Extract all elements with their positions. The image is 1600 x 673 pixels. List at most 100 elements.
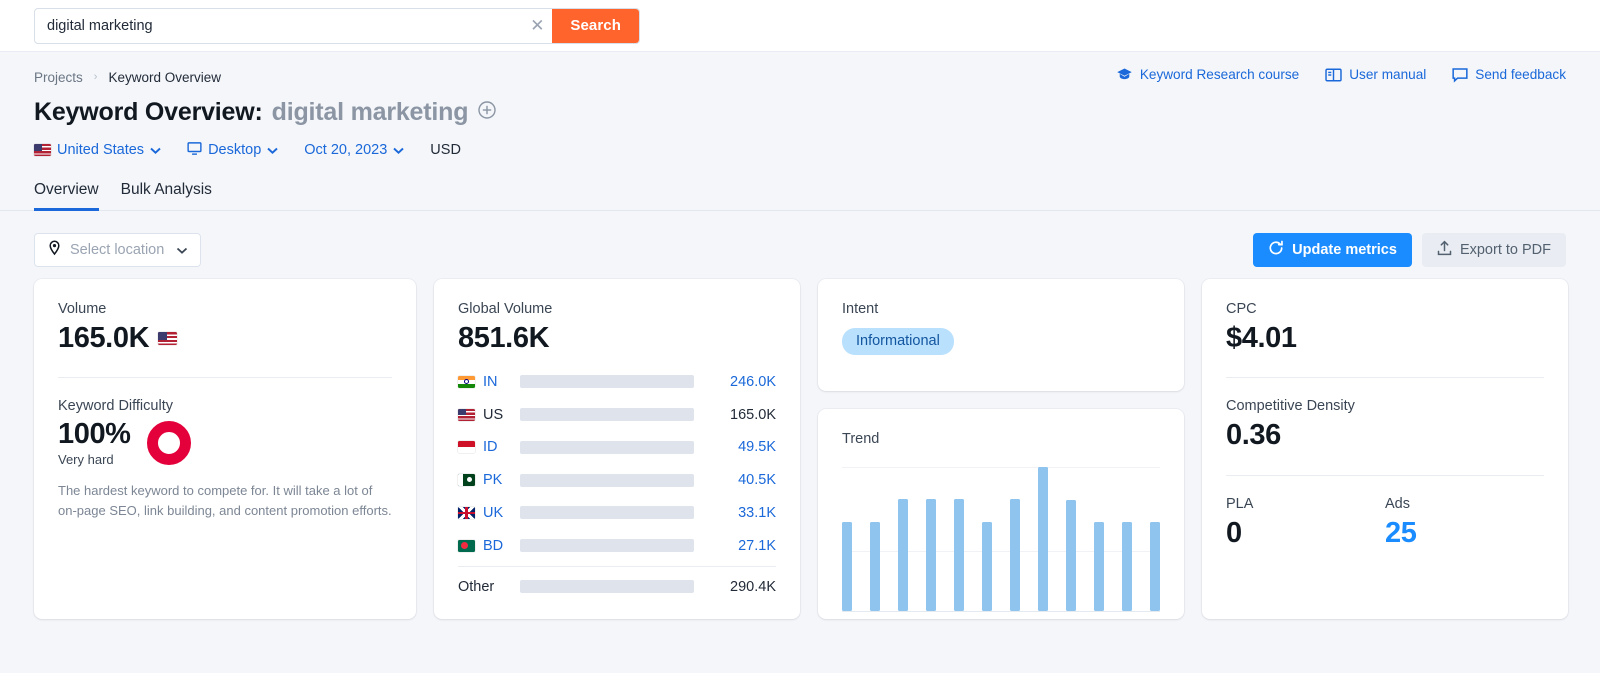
country-code: UK xyxy=(483,504,504,521)
divider xyxy=(1226,377,1544,379)
desktop-icon xyxy=(187,141,202,160)
intent-badge[interactable]: Informational xyxy=(842,328,954,355)
breadcrumb-projects-link[interactable]: Projects xyxy=(34,70,83,85)
chevron-down-icon xyxy=(176,242,188,258)
country-code: US xyxy=(483,406,504,423)
search-button[interactable]: Search xyxy=(552,8,639,43)
send-feedback-label: Send feedback xyxy=(1475,67,1566,82)
volume-card: Volume 165.0K Keyword Difficulty 100% Ve… xyxy=(34,279,416,619)
ads-stat: Ads 25 xyxy=(1385,496,1544,550)
ads-value[interactable]: 25 xyxy=(1385,517,1544,550)
chart-bar[interactable] xyxy=(842,521,852,611)
page-title-keyword: digital marketing xyxy=(271,98,469,126)
tab-overview[interactable]: Overview xyxy=(34,181,99,211)
toolbar-actions: Update metrics Export to PDF xyxy=(1253,233,1566,267)
volume-value-cell: 246.0K xyxy=(730,373,776,390)
user-manual-link[interactable]: User manual xyxy=(1325,67,1426,83)
metrics-grid: Volume 165.0K Keyword Difficulty 100% Ve… xyxy=(0,273,1600,619)
plus-circle-icon[interactable] xyxy=(477,100,497,125)
volume-bar-track xyxy=(520,580,694,594)
chart-baseline xyxy=(842,611,1160,612)
global-volume-value: 851.6K xyxy=(458,322,550,354)
volume-value-cell: 165.0K xyxy=(730,406,776,423)
chart-bar[interactable] xyxy=(1038,467,1048,611)
update-metrics-label: Update metrics xyxy=(1292,242,1397,258)
table-row[interactable]: UK 33.1K xyxy=(458,497,776,530)
flag-in-icon xyxy=(458,375,475,388)
volume-bar-track xyxy=(520,408,694,422)
country-code: BD xyxy=(483,537,504,554)
keyword-difficulty-label: Keyword Difficulty xyxy=(58,398,173,415)
country-label: United States xyxy=(57,142,145,158)
select-location-label: Select location xyxy=(70,242,165,258)
keyword-difficulty-donut xyxy=(146,420,191,465)
volume-bar-track xyxy=(520,506,694,520)
table-row[interactable]: US 165.0K xyxy=(458,398,776,431)
global-volume-rows: IN 246.0K US 165.0K ID 49.5K PK 40.5K UK… xyxy=(458,365,776,603)
country-selector[interactable]: United States xyxy=(34,142,161,158)
other-cell: Other xyxy=(458,578,495,595)
breadcrumb-separator-icon: › xyxy=(93,71,98,83)
chart-bar[interactable] xyxy=(1150,521,1160,611)
send-feedback-link[interactable]: Send feedback xyxy=(1452,67,1566,83)
chart-bar[interactable] xyxy=(898,498,908,611)
chart-bar[interactable] xyxy=(954,498,964,611)
chart-bar[interactable] xyxy=(982,521,992,611)
chevron-down-icon xyxy=(267,142,278,158)
date-selector[interactable]: Oct 20, 2023 xyxy=(304,142,404,158)
table-row[interactable]: BD 27.1K xyxy=(458,529,776,562)
chart-bar[interactable] xyxy=(1010,498,1020,611)
user-manual-label: User manual xyxy=(1349,67,1427,82)
volume-value: 165.0K xyxy=(58,322,150,354)
chart-bar[interactable] xyxy=(1122,521,1132,611)
device-selector[interactable]: Desktop xyxy=(187,141,278,160)
volume-bar-track xyxy=(520,375,694,389)
table-row[interactable]: ID 49.5K xyxy=(458,431,776,464)
content-toolbar: Select location Update metrics Export to… xyxy=(0,211,1600,273)
divider xyxy=(58,377,392,379)
chevron-down-icon xyxy=(393,142,404,158)
intent-card: Intent Informational xyxy=(818,279,1184,391)
breadcrumb-current: Keyword Overview xyxy=(108,69,221,85)
chart-bar[interactable] xyxy=(1066,500,1076,611)
graduation-cap-icon xyxy=(1116,66,1133,83)
pla-stat: PLA 0 xyxy=(1226,496,1385,550)
keyword-research-course-link[interactable]: Keyword Research course xyxy=(1116,66,1299,83)
table-row[interactable]: IN 246.0K xyxy=(458,365,776,398)
update-metrics-button[interactable]: Update metrics xyxy=(1253,233,1412,267)
device-label: Desktop xyxy=(208,142,262,158)
chart-bar[interactable] xyxy=(870,521,880,611)
country-cell: US xyxy=(458,407,520,423)
page-title: Keyword Overview: digital marketing xyxy=(34,98,1566,127)
search-input[interactable] xyxy=(35,8,523,43)
country-code: IN xyxy=(483,373,498,390)
flag-uk-icon xyxy=(458,506,475,519)
chart-bars xyxy=(842,467,1160,611)
search-bar: ✕ Search xyxy=(0,0,1600,52)
export-to-pdf-label: Export to PDF xyxy=(1459,242,1551,258)
intent-trend-column: Intent Informational Trend xyxy=(818,279,1184,619)
divider xyxy=(1226,474,1544,476)
header-links: Keyword Research course User manual Send… xyxy=(1116,66,1566,83)
clear-search-icon[interactable]: ✕ xyxy=(522,8,553,43)
global-volume-card: Global Volume 851.6K IN 246.0K US 165.0K xyxy=(434,279,800,619)
keyword-difficulty-description: The hardest keyword to compete for. It w… xyxy=(58,483,392,518)
volume-label: Volume xyxy=(58,301,107,317)
ads-label: Ads xyxy=(1385,495,1410,512)
select-location-dropdown[interactable]: Select location xyxy=(34,233,202,267)
table-row[interactable]: PK 40.5K xyxy=(458,464,776,497)
cpc-card: CPC $4.01 Competitive Density 0.36 PLA 0… xyxy=(1202,279,1568,619)
keyword-difficulty-level: Very hard xyxy=(58,452,114,468)
book-icon xyxy=(1325,67,1342,83)
competitive-density-value: 0.36 xyxy=(1226,419,1281,452)
chart-bar[interactable] xyxy=(926,498,936,611)
divider xyxy=(458,566,776,568)
chart-bar[interactable] xyxy=(1094,521,1104,611)
export-to-pdf-button[interactable]: Export to PDF xyxy=(1421,233,1566,267)
tab-bulk-analysis[interactable]: Bulk Analysis xyxy=(121,181,212,211)
keyword-difficulty-value: 100% xyxy=(58,418,131,451)
volume-bar-track xyxy=(520,539,694,553)
country-cell: ID xyxy=(458,439,520,455)
currency-label: USD xyxy=(430,142,461,158)
refresh-icon xyxy=(1268,240,1284,260)
